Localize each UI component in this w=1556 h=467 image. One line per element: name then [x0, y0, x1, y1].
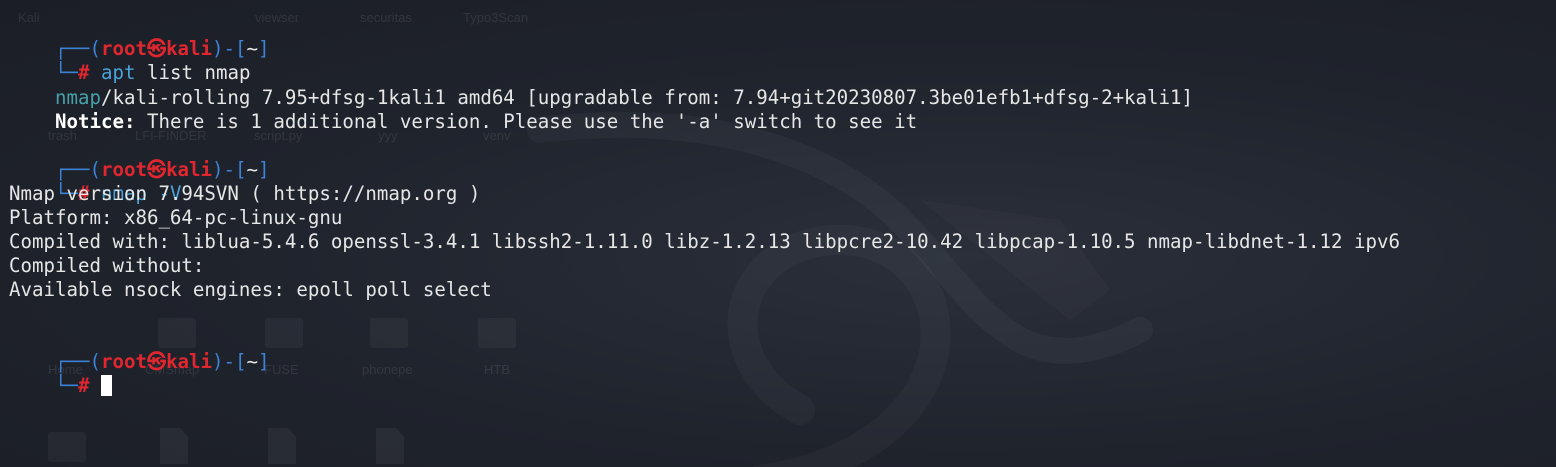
command-line: └─# apt list nmap [54, 61, 251, 84]
kali-dragon-logo [500, 90, 1200, 467]
active-command-line[interactable]: └─# [9, 350, 112, 397]
output-line: Available nsock engines: epoll poll sele… [9, 278, 492, 301]
desktop-label: HTB [484, 362, 510, 377]
file-icon [376, 428, 404, 464]
notice-label: Notice: [54, 110, 136, 133]
desktop-label: phonepe [362, 362, 413, 377]
output-line: Nmap version 7.94SVN ( https://nmap.org … [9, 182, 481, 205]
prompt-host: kali [166, 350, 213, 373]
desktop-label: Typo3Scan [463, 10, 529, 25]
prompt-header: ┌──(root㉿kali)-[~] [54, 350, 270, 373]
output-line: Notice: There is 1 additional version. P… [54, 110, 918, 133]
terminal-window[interactable]: Kali viewser securitas Typo3Scan trash L… [0, 0, 1556, 467]
file-icon [160, 428, 188, 464]
output-line: nmap/kali-rolling 7.95+dfsg-1kali1 amd64… [54, 86, 1194, 109]
folder-icon [370, 318, 408, 348]
output-line: Compiled without: [9, 254, 205, 277]
folder-icon [478, 318, 516, 348]
command-line: └─# nmap -V [54, 182, 182, 205]
desktop-label: securitas [360, 10, 413, 25]
text-cursor[interactable] [100, 375, 112, 396]
output-line: Platform: x86_64-pc-linux-gnu [9, 206, 343, 229]
folder-icon [265, 318, 303, 348]
folder-icon [48, 432, 86, 462]
prompt-header: ┌──(root㉿kali)-[~] [54, 37, 270, 60]
root-hash: # [77, 374, 90, 397]
output-line: Compiled with: liblua-5.4.6 openssl-3.4.… [9, 230, 1400, 253]
prompt-header: ┌──(root㉿kali)-[~] [54, 158, 270, 181]
file-icon [268, 428, 296, 464]
